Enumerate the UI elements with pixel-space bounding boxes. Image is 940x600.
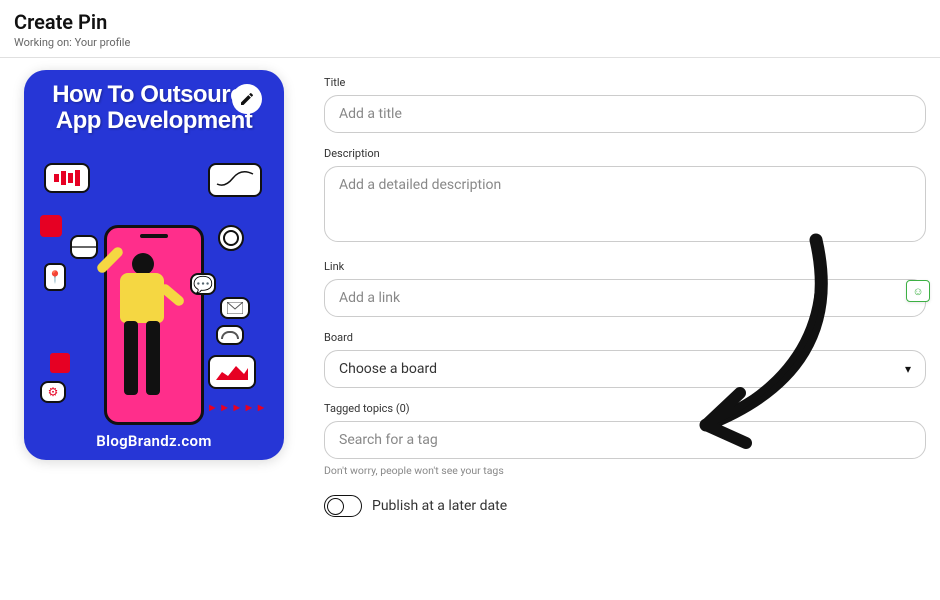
- main-content: How To Outsource App Development 💬: [0, 58, 940, 529]
- working-on-line: Working on: Your profile: [14, 36, 926, 49]
- chevron-down-icon: ▾: [905, 362, 911, 376]
- link-input[interactable]: [324, 279, 926, 317]
- area-chart-icon: [208, 355, 256, 389]
- tags-field: Tagged topics (0) Don't worry, people wo…: [324, 402, 926, 477]
- bar-chart-icon: [44, 163, 90, 193]
- board-label: Board: [324, 331, 926, 344]
- chat-icon: 💬: [190, 273, 216, 295]
- gear-icon: [40, 381, 66, 403]
- title-label: Title: [324, 76, 926, 89]
- board-field: Board Choose a board ▾: [324, 331, 926, 388]
- pin-preview[interactable]: How To Outsource App Development 💬: [24, 70, 284, 460]
- page-header: Create Pin Working on: Your profile: [0, 0, 940, 58]
- working-on-value: Your profile: [75, 36, 131, 49]
- circle-target-icon: [218, 225, 244, 251]
- title-field: Title: [324, 76, 926, 133]
- tags-hint: Don't worry, people won't see your tags: [324, 464, 926, 477]
- description-input[interactable]: [324, 166, 926, 242]
- smiley-icon: ☺: [912, 285, 923, 298]
- line-graph-icon: [208, 163, 262, 197]
- list-icon: [70, 235, 98, 259]
- cloud-icon: [216, 325, 244, 345]
- grammarly-widget[interactable]: ☺: [906, 280, 930, 302]
- page-title: Create Pin: [14, 10, 926, 34]
- board-select[interactable]: Choose a board ▾: [324, 350, 926, 388]
- title-input[interactable]: [324, 95, 926, 133]
- red-square-small-icon: [50, 353, 70, 373]
- description-field: Description: [324, 147, 926, 246]
- red-square-icon: [40, 215, 62, 237]
- close-button[interactable]: [910, 18, 932, 40]
- preview-footer-text: BlogBrandz.com: [24, 432, 284, 450]
- publish-later-label: Publish at a later date: [372, 498, 507, 514]
- arrow-dots-graphic: ▶ ▶ ▶ ▶ ▶: [209, 403, 266, 412]
- preview-illustration: 💬 ▶ ▶ ▶ ▶ ▶: [24, 145, 284, 425]
- publish-later-toggle[interactable]: [324, 495, 362, 517]
- tags-label: Tagged topics (0): [324, 402, 926, 415]
- link-field: Link: [324, 260, 926, 317]
- description-label: Description: [324, 147, 926, 160]
- pin-icon: [44, 263, 66, 291]
- link-label: Link: [324, 260, 926, 273]
- tags-input[interactable]: [324, 421, 926, 459]
- preview-headline-line2: App Development: [34, 108, 274, 134]
- working-on-prefix: Working on:: [14, 36, 72, 49]
- publish-later-row: Publish at a later date: [324, 495, 926, 517]
- board-select-placeholder: Choose a board: [339, 361, 437, 377]
- form-column: Title Description Link Board Choose a bo…: [324, 70, 926, 517]
- edit-pin-button[interactable]: [232, 84, 262, 114]
- pencil-icon: [239, 91, 255, 107]
- mail-icon: [220, 297, 250, 319]
- preview-column: How To Outsource App Development 💬: [14, 70, 294, 517]
